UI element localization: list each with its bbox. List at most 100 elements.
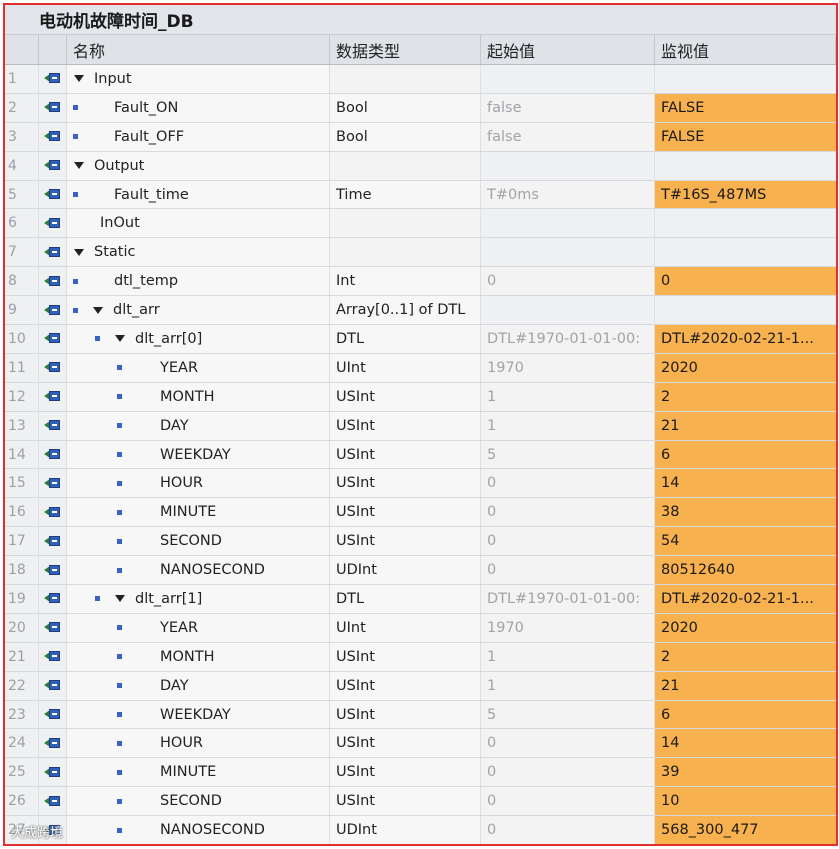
name-cell[interactable]: DAY	[67, 411, 330, 440]
monitor-value-cell[interactable]: FALSE	[655, 122, 836, 151]
start-value-cell[interactable]	[481, 65, 655, 93]
type-cell[interactable]: Bool	[330, 122, 481, 151]
type-cell[interactable]: Time	[330, 180, 481, 209]
type-cell[interactable]: UDInt	[330, 556, 481, 585]
start-value-cell[interactable]: 0	[481, 527, 655, 556]
monitor-value-cell[interactable]: 6	[655, 440, 836, 469]
start-value-cell[interactable]: 0	[481, 787, 655, 816]
name-cell[interactable]: Fault_OFF	[67, 122, 330, 151]
monitor-value-cell[interactable]: 39	[655, 758, 836, 787]
table-row[interactable]: 7 Static	[5, 238, 836, 268]
triangle-down-icon[interactable]	[74, 248, 84, 256]
type-cell[interactable]: USInt	[330, 498, 481, 527]
table-row[interactable]: 19 dlt_arr[1] DTL DTL#1970-01-01-00: DTL…	[5, 585, 836, 614]
name-cell[interactable]: MINUTE	[67, 498, 330, 527]
table-row[interactable]: 27 NANOSECOND UDInt 0 568_300_477	[5, 816, 836, 844]
start-value-cell[interactable]: 0	[481, 556, 655, 585]
name-cell[interactable]: dtl_temp	[67, 267, 330, 296]
monitor-value-cell[interactable]: 2020	[655, 613, 836, 642]
name-cell[interactable]: HOUR	[67, 729, 330, 758]
table-row[interactable]: 13 DAY USInt 1 21	[5, 411, 836, 441]
start-value-cell[interactable]: 1	[481, 642, 655, 671]
monitor-value-cell[interactable]: 2020	[655, 353, 836, 382]
monitor-value-cell[interactable]: DTL#2020-02-21-1...	[655, 585, 836, 613]
type-cell[interactable]: USInt	[330, 787, 481, 816]
type-cell[interactable]: USInt	[330, 642, 481, 671]
name-cell[interactable]: WEEKDAY	[67, 440, 330, 469]
start-value-cell[interactable]: false	[481, 122, 655, 151]
monitor-value-cell[interactable]: 0	[655, 267, 836, 296]
start-value-cell[interactable]: false	[481, 93, 655, 122]
start-value-cell[interactable]: 0	[481, 816, 655, 844]
start-value-cell[interactable]: 0	[481, 498, 655, 527]
monitor-value-cell[interactable]: T#16S_487MS	[655, 180, 836, 209]
name-cell[interactable]: MONTH	[67, 642, 330, 671]
table-row[interactable]: 17 SECOND USInt 0 54	[5, 527, 836, 557]
start-value-cell[interactable]: DTL#1970-01-01-00:	[481, 585, 655, 613]
type-cell[interactable]: USInt	[330, 527, 481, 556]
name-cell[interactable]: dlt_arr	[67, 296, 330, 325]
start-value-cell[interactable]: 1970	[481, 353, 655, 382]
start-value-cell[interactable]: 0	[481, 267, 655, 296]
triangle-down-icon[interactable]	[115, 335, 125, 343]
start-value-cell[interactable]	[481, 209, 655, 238]
table-row[interactable]: 21 MONTH USInt 1 2	[5, 642, 836, 672]
type-cell[interactable]	[330, 209, 481, 238]
name-cell[interactable]: MONTH	[67, 382, 330, 411]
type-cell[interactable]: USInt	[330, 758, 481, 787]
type-cell[interactable]: USInt	[330, 382, 481, 411]
header-start-value[interactable]: 起始值	[481, 35, 655, 64]
start-value-cell[interactable]: 1	[481, 411, 655, 440]
name-cell[interactable]: Fault_ON	[67, 93, 330, 122]
name-cell[interactable]: MINUTE	[67, 758, 330, 787]
table-row[interactable]: 4 Output	[5, 151, 836, 181]
monitor-value-cell[interactable]: FALSE	[655, 93, 836, 122]
table-row[interactable]: 10 dlt_arr[0] DTL DTL#1970-01-01-00: DTL…	[5, 325, 836, 354]
table-row[interactable]: 24 HOUR USInt 0 14	[5, 729, 836, 759]
type-cell[interactable]: Bool	[330, 93, 481, 122]
table-row[interactable]: 2 Fault_ON Bool false FALSE	[5, 93, 836, 123]
monitor-value-cell[interactable]: 14	[655, 729, 836, 758]
type-cell[interactable]: USInt	[330, 700, 481, 729]
type-cell[interactable]	[330, 151, 481, 180]
monitor-value-cell[interactable]: 21	[655, 671, 836, 700]
monitor-value-cell[interactable]	[655, 151, 836, 180]
table-row[interactable]: 3 Fault_OFF Bool false FALSE	[5, 122, 836, 152]
type-cell[interactable]: UInt	[330, 613, 481, 642]
start-value-cell[interactable]	[481, 238, 655, 267]
name-cell[interactable]: NANOSECOND	[67, 816, 330, 844]
start-value-cell[interactable]: 0	[481, 729, 655, 758]
name-cell[interactable]: HOUR	[67, 469, 330, 498]
table-row[interactable]: 9 dlt_arr Array[0..1] of DTL	[5, 296, 836, 326]
header-name[interactable]: 名称	[67, 35, 330, 64]
type-cell[interactable]: Array[0..1] of DTL	[330, 296, 481, 325]
type-cell[interactable]: UInt	[330, 353, 481, 382]
monitor-value-cell[interactable]: 2	[655, 382, 836, 411]
table-row[interactable]: 18 NANOSECOND UDInt 0 80512640	[5, 556, 836, 586]
start-value-cell[interactable]: DTL#1970-01-01-00:	[481, 325, 655, 353]
type-cell[interactable]: Int	[330, 267, 481, 296]
table-row[interactable]: 8 dtl_temp Int 0 0	[5, 267, 836, 297]
triangle-down-icon[interactable]	[93, 306, 103, 314]
start-value-cell[interactable]: 1	[481, 671, 655, 700]
table-row[interactable]: 1 Input	[5, 65, 836, 94]
triangle-down-icon[interactable]	[74, 162, 84, 170]
name-cell[interactable]: YEAR	[67, 353, 330, 382]
monitor-value-cell[interactable]: DTL#2020-02-21-1...	[655, 325, 836, 353]
start-value-cell[interactable]: 1970	[481, 613, 655, 642]
table-row[interactable]: 22 DAY USInt 1 21	[5, 671, 836, 701]
monitor-value-cell[interactable]	[655, 65, 836, 93]
table-row[interactable]: 15 HOUR USInt 0 14	[5, 469, 836, 499]
table-row[interactable]: 23 WEEKDAY USInt 5 6	[5, 700, 836, 730]
monitor-value-cell[interactable]	[655, 238, 836, 267]
monitor-value-cell[interactable]	[655, 296, 836, 325]
name-cell[interactable]: NANOSECOND	[67, 556, 330, 585]
type-cell[interactable]: UDInt	[330, 816, 481, 844]
table-row[interactable]: 26 SECOND USInt 0 10	[5, 787, 836, 817]
start-value-cell[interactable]: 5	[481, 440, 655, 469]
table-row[interactable]: 25 MINUTE USInt 0 39	[5, 758, 836, 788]
table-row[interactable]: 20 YEAR UInt 1970 2020	[5, 613, 836, 643]
name-cell[interactable]: WEEKDAY	[67, 700, 330, 729]
type-cell[interactable]: DTL	[330, 325, 481, 353]
type-cell[interactable]: USInt	[330, 469, 481, 498]
